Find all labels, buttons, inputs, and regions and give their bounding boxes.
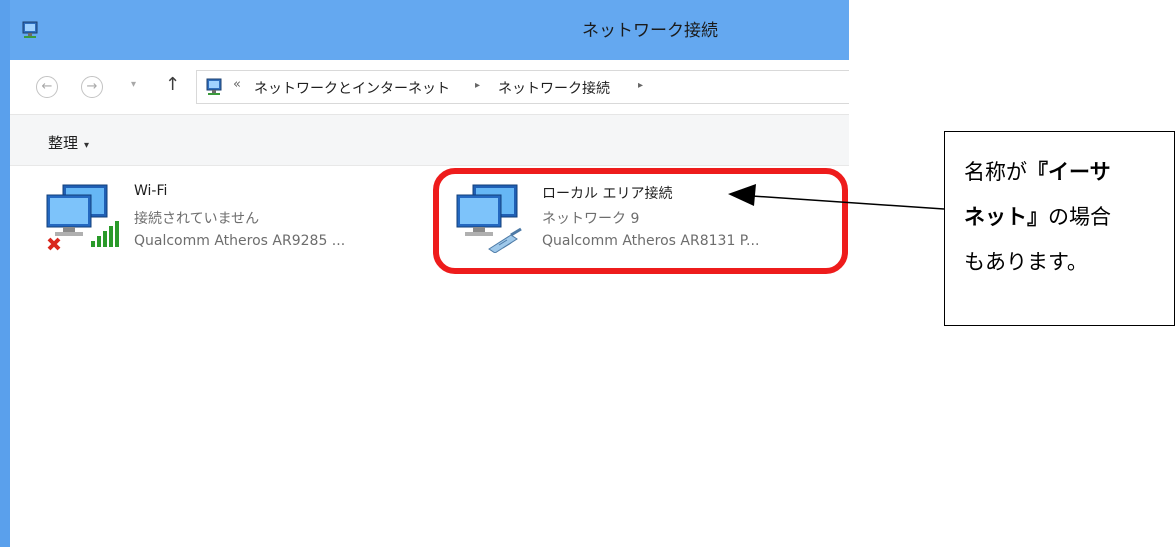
callout-line2-suffix: の場合 — [1048, 205, 1111, 229]
callout-line1-prefix: 名称が — [964, 160, 1027, 184]
callout-line1-bold: 『イーサ — [1027, 160, 1111, 184]
callout-line3: もあります。 — [964, 250, 1088, 274]
callout-text: 名称が『イーサ ネット』の場合 もあります。 — [964, 150, 1169, 285]
callout-line2-bold: ネット』 — [964, 205, 1048, 229]
annotation-callout: 名称が『イーサ ネット』の場合 もあります。 — [944, 131, 1175, 326]
